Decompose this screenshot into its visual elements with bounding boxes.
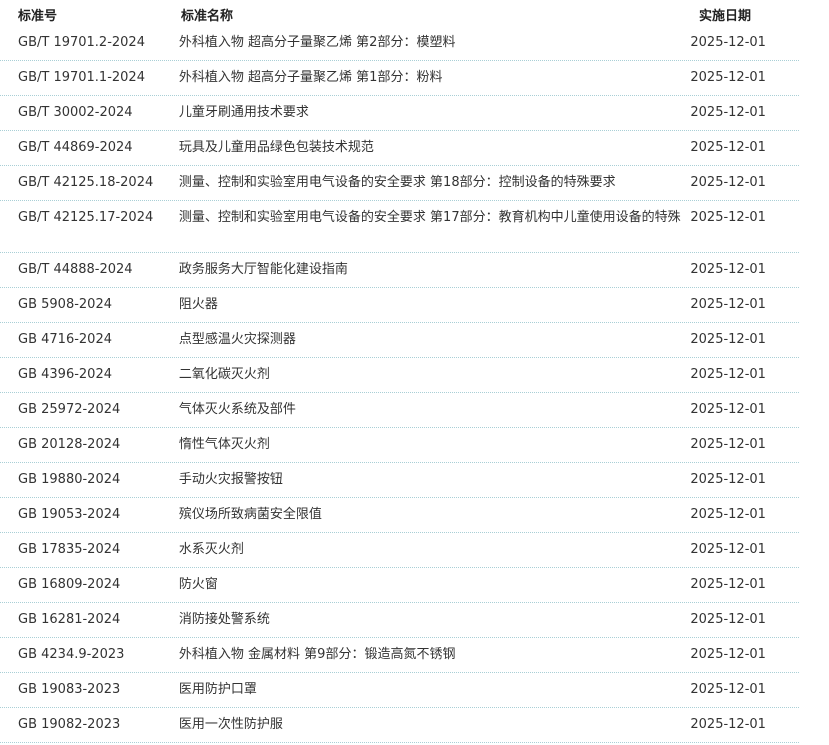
standard-name[interactable]: 外科植入物 超高分子量聚乙烯 第1部分：粉料 [179,65,690,91]
standard-code[interactable]: GB 4716-2024 [0,327,179,353]
header-implementation-date: 实施日期 [699,9,752,24]
implementation-date: 2025-12-01 [690,140,766,155]
standard-name[interactable]: 殡仪场所致病菌安全限值 [179,502,690,528]
standard-code[interactable]: GB 5908-2024 [0,292,179,318]
table-row: GB 16809-2024 防火窗 2025-12-01 [0,568,799,603]
implementation-date: 2025-12-01 [690,297,766,312]
standards-table: 标准号 标准名称 实施日期 GB/T 19701.2-2024 外科植入物 超高… [0,0,829,743]
header-standard-name: 标准名称 [181,9,234,24]
implementation-date: 2025-12-01 [690,35,766,50]
standard-name[interactable]: 测量、控制和实验室用电气设备的安全要求 第17部分：教育机构中儿童使用设备的特殊 [179,205,690,231]
table-row: GB/T 44869-2024 玩具及儿童用品绿色包装技术规范 2025-12-… [0,131,799,166]
table-row: GB/T 19701.1-2024 外科植入物 超高分子量聚乙烯 第1部分：粉料… [0,61,799,96]
standard-code[interactable]: GB/T 19701.1-2024 [0,65,179,91]
implementation-date: 2025-12-01 [690,612,766,627]
standard-code[interactable]: GB 19083-2023 [0,677,179,703]
standard-name[interactable]: 手动火灾报警按钮 [179,467,690,493]
table-row: GB 20128-2024 惰性气体灭火剂 2025-12-01 [0,428,799,463]
implementation-date: 2025-12-01 [690,682,766,697]
standard-name[interactable]: 外科植入物 金属材料 第9部分：锻造高氮不锈钢 [179,642,690,668]
standard-code[interactable]: GB 17835-2024 [0,537,179,563]
table-row: GB 4234.9-2023 外科植入物 金属材料 第9部分：锻造高氮不锈钢 2… [0,638,799,673]
table-row: GB 19082-2023 医用一次性防护服 2025-12-01 [0,708,799,743]
standard-name[interactable]: 消防接处警系统 [179,607,690,633]
header-standard-code: 标准号 [18,9,58,24]
standard-code[interactable]: GB/T 19701.2-2024 [0,30,179,56]
standard-code[interactable]: GB 25972-2024 [0,397,179,423]
table-row: GB 4716-2024 点型感温火灾探测器 2025-12-01 [0,323,799,358]
implementation-date: 2025-12-01 [690,437,766,452]
table-header-row: 标准号 标准名称 实施日期 [0,0,829,26]
standard-name[interactable]: 防火窗 [179,572,690,598]
table-row: GB/T 42125.18-2024 测量、控制和实验室用电气设备的安全要求 第… [0,166,799,201]
table-row: GB 19880-2024 手动火灾报警按钮 2025-12-01 [0,463,799,498]
implementation-date: 2025-12-01 [690,577,766,592]
implementation-date: 2025-12-01 [690,507,766,522]
implementation-date: 2025-12-01 [690,647,766,662]
standard-name[interactable]: 点型感温火灾探测器 [179,327,690,353]
standard-code[interactable]: GB 16809-2024 [0,572,179,598]
implementation-date: 2025-12-01 [690,175,766,190]
standard-name[interactable]: 阻火器 [179,292,690,318]
implementation-date: 2025-12-01 [690,332,766,347]
standard-name[interactable]: 玩具及儿童用品绿色包装技术规范 [179,135,690,161]
standard-name[interactable]: 政务服务大厅智能化建设指南 [179,257,690,283]
implementation-date: 2025-12-01 [690,472,766,487]
implementation-date: 2025-12-01 [690,262,766,277]
table-body: GB/T 19701.2-2024 外科植入物 超高分子量聚乙烯 第2部分：模塑… [0,26,799,743]
standard-name[interactable]: 气体灭火系统及部件 [179,397,690,423]
standard-name[interactable]: 惰性气体灭火剂 [179,432,690,458]
implementation-date: 2025-12-01 [690,210,766,225]
implementation-date: 2025-12-01 [690,367,766,382]
implementation-date: 2025-12-01 [690,542,766,557]
standard-code[interactable]: GB/T 42125.18-2024 [0,170,179,196]
standard-code[interactable]: GB 4234.9-2023 [0,642,179,668]
table-row: GB/T 42125.17-2024 测量、控制和实验室用电气设备的安全要求 第… [0,201,799,253]
table-row: GB 16281-2024 消防接处警系统 2025-12-01 [0,603,799,638]
implementation-date: 2025-12-01 [690,70,766,85]
table-row: GB 5908-2024 阻火器 2025-12-01 [0,288,799,323]
table-row: GB 25972-2024 气体灭火系统及部件 2025-12-01 [0,393,799,428]
table-row: GB/T 30002-2024 儿童牙刷通用技术要求 2025-12-01 [0,96,799,131]
standard-code[interactable]: GB 19082-2023 [0,712,179,738]
standard-code[interactable]: GB/T 44888-2024 [0,257,179,283]
standard-name[interactable]: 医用一次性防护服 [179,712,690,738]
standard-code[interactable]: GB 20128-2024 [0,432,179,458]
standard-code[interactable]: GB/T 30002-2024 [0,100,179,126]
standard-name[interactable]: 外科植入物 超高分子量聚乙烯 第2部分：模塑料 [179,30,690,56]
standard-code[interactable]: GB/T 42125.17-2024 [0,205,179,231]
table-row: GB 17835-2024 水系灭火剂 2025-12-01 [0,533,799,568]
standard-code[interactable]: GB 4396-2024 [0,362,179,388]
implementation-date: 2025-12-01 [690,105,766,120]
standard-code[interactable]: GB 16281-2024 [0,607,179,633]
standard-name[interactable]: 水系灭火剂 [179,537,690,563]
table-row: GB 19083-2023 医用防护口罩 2025-12-01 [0,673,799,708]
standard-name[interactable]: 二氧化碳灭火剂 [179,362,690,388]
standard-code[interactable]: GB 19053-2024 [0,502,179,528]
implementation-date: 2025-12-01 [690,402,766,417]
standard-code[interactable]: GB 19880-2024 [0,467,179,493]
standard-code[interactable]: GB/T 44869-2024 [0,135,179,161]
standard-name[interactable]: 医用防护口罩 [179,677,690,703]
table-row: GB/T 19701.2-2024 外科植入物 超高分子量聚乙烯 第2部分：模塑… [0,26,799,61]
table-row: GB 19053-2024 殡仪场所致病菌安全限值 2025-12-01 [0,498,799,533]
table-row: GB 4396-2024 二氧化碳灭火剂 2025-12-01 [0,358,799,393]
standard-name[interactable]: 测量、控制和实验室用电气设备的安全要求 第18部分：控制设备的特殊要求 [179,170,690,196]
implementation-date: 2025-12-01 [690,717,766,732]
table-row: GB/T 44888-2024 政务服务大厅智能化建设指南 2025-12-01 [0,253,799,288]
standard-name[interactable]: 儿童牙刷通用技术要求 [179,100,690,126]
